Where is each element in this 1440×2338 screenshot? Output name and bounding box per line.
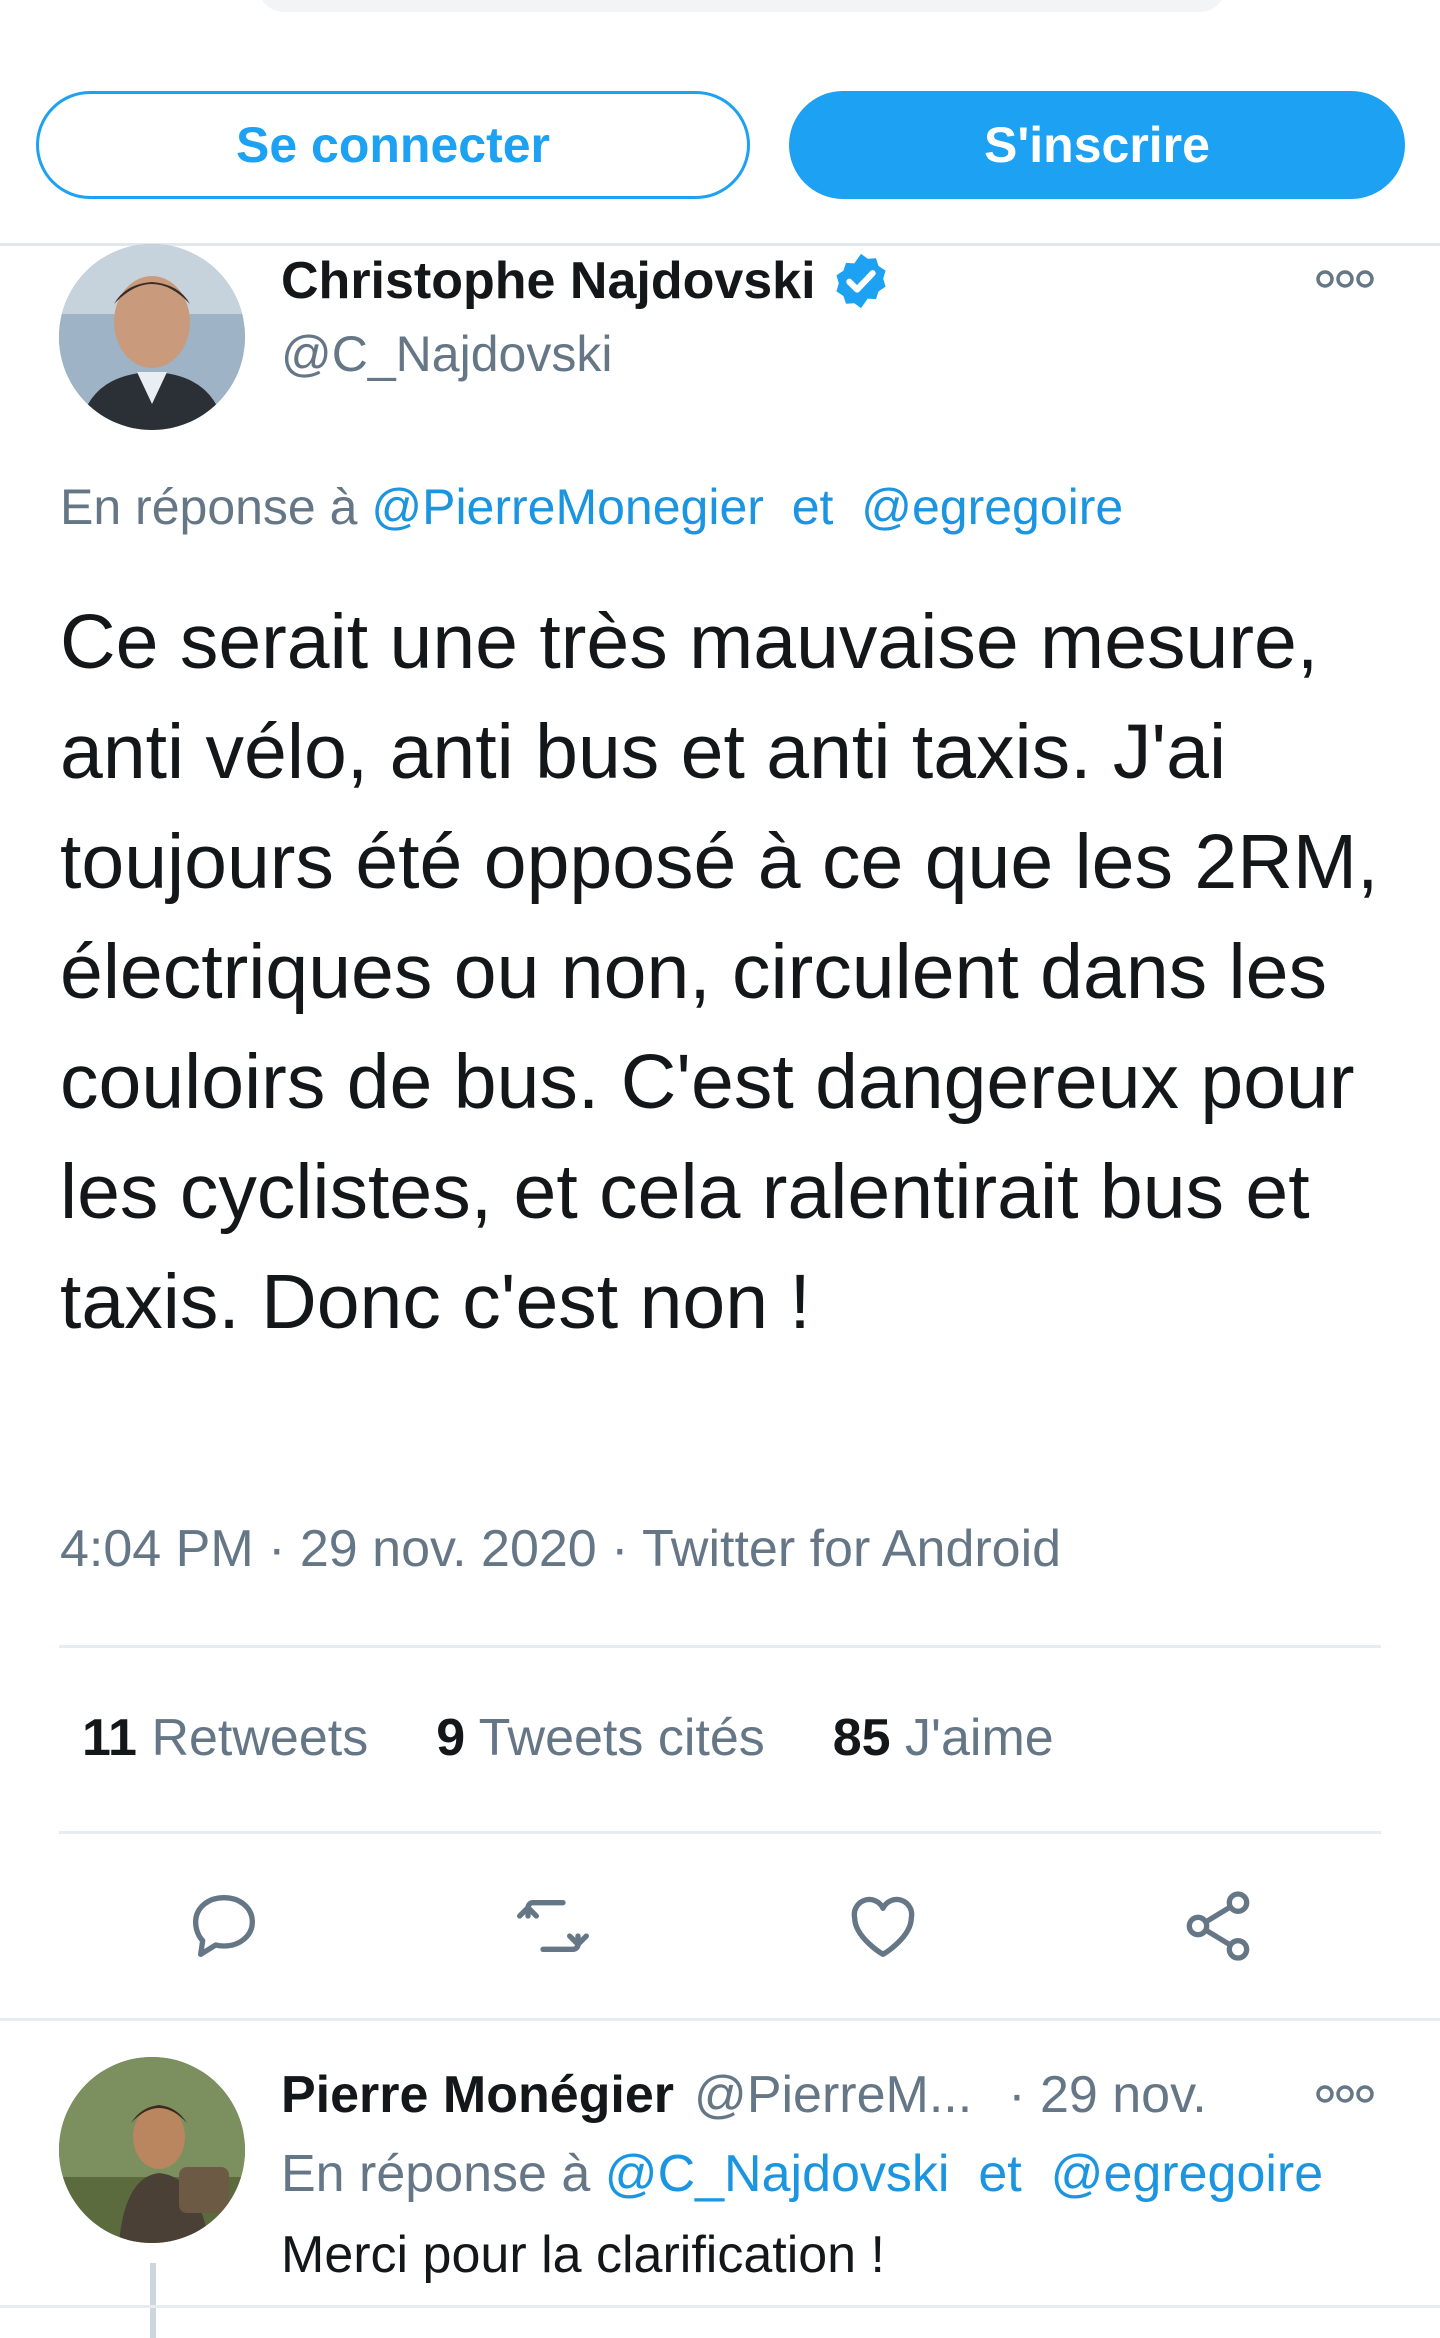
tweet-date[interactable]: 29 nov. 2020 <box>300 1520 597 1578</box>
reply-prefix: En réponse à <box>281 2145 591 2203</box>
mention-link[interactable]: @egregoire <box>1051 2145 1324 2203</box>
mention-link[interactable]: @PierreMonegier <box>371 479 764 535</box>
signup-button[interactable]: S'inscrire <box>789 91 1405 199</box>
reply-date-text: 29 nov. <box>1039 2066 1207 2124</box>
reply-text: Merci pour la clarification ! <box>281 2226 885 2284</box>
tweet-divider <box>0 2018 1440 2021</box>
divider <box>59 1645 1381 1648</box>
author-name[interactable]: Christophe Najdovski <box>281 250 892 312</box>
retweet-icon[interactable] <box>513 1886 593 1966</box>
retweets-stat[interactable]: 11 Retweets <box>82 1708 368 1768</box>
likes-stat[interactable]: 85 J'aime <box>833 1708 1054 1768</box>
tweet-meta: 4:04 PM · 29 nov. 2020 · Twitter for And… <box>60 1519 1061 1579</box>
avatar-photo <box>59 2057 245 2243</box>
reply-context: En réponse à @C_Najdovski et @egregoire <box>281 2144 1323 2204</box>
author-name-text[interactable]: Christophe Najdovski <box>281 251 816 311</box>
reply-author-handle[interactable]: @PierreM... <box>694 2065 972 2125</box>
author-avatar[interactable] <box>59 244 245 430</box>
reply-author-avatar[interactable] <box>59 2057 245 2243</box>
divider <box>59 1831 1381 1834</box>
tweet-source[interactable]: Twitter for Android <box>642 1520 1061 1578</box>
more-options-icon[interactable] <box>1315 267 1375 291</box>
avatar-photo <box>59 244 245 430</box>
tweet-text: Ce serait une très mauvaise mesure, anti… <box>60 599 1379 1345</box>
reply-author-name[interactable]: Pierre Monégier <box>281 2065 674 2125</box>
author-handle[interactable]: @C_Najdovski <box>281 325 612 383</box>
meta-separator: · <box>611 1520 642 1578</box>
tweet-stats: 11 Retweets 9 Tweets cités 85 J'aime <box>82 1708 1122 1768</box>
like-icon[interactable] <box>843 1886 923 1966</box>
verified-badge-icon <box>836 253 886 309</box>
reply-header: Pierre Monégier @PierreM... · 29 nov. <box>281 2065 1207 2125</box>
quotes-count: 9 <box>436 1709 466 1767</box>
reply-joiner[interactable]: et <box>792 479 834 535</box>
quotes-stat[interactable]: 9 Tweets cités <box>436 1708 765 1768</box>
bottom-divider <box>0 2305 1440 2308</box>
reply-joiner[interactable]: et <box>978 2145 1021 2203</box>
mention-link[interactable]: @egregoire <box>861 479 1123 535</box>
reply-date[interactable]: · 29 nov. <box>1008 2065 1206 2125</box>
quotes-label: Tweets cités <box>478 1709 765 1767</box>
reply-prefix: En réponse à <box>60 479 358 535</box>
reply-icon[interactable] <box>184 1886 264 1966</box>
login-button[interactable]: Se connecter <box>36 91 750 199</box>
header-divider <box>0 243 1440 246</box>
reply-context: En réponse à @PierreMonegier et @egregoi… <box>60 478 1123 536</box>
share-icon[interactable] <box>1178 1886 1258 1966</box>
mention-link[interactable]: @C_Najdovski <box>605 2145 950 2203</box>
thread-line <box>150 2263 156 2338</box>
retweets-count: 11 <box>82 1709 137 1767</box>
likes-count: 85 <box>832 1709 891 1767</box>
likes-label: J'aime <box>905 1709 1054 1767</box>
more-options-icon[interactable] <box>1315 2082 1375 2106</box>
search-bar[interactable] <box>258 0 1226 12</box>
meta-separator: · <box>268 1520 300 1578</box>
tweet-time[interactable]: 4:04 PM <box>60 1520 254 1578</box>
retweets-label: Retweets <box>151 1709 369 1767</box>
